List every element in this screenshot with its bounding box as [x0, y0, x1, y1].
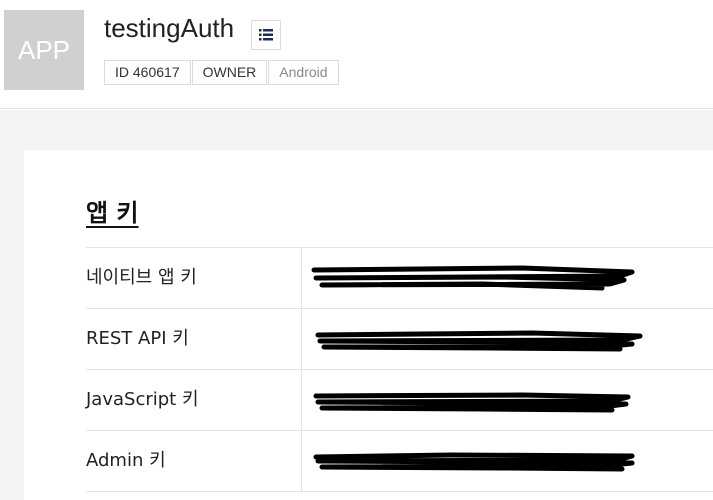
app-title: testingAuth: [104, 13, 235, 43]
admin-key-label: Admin 키: [86, 431, 302, 491]
table-row: JavaScript 키: [86, 370, 713, 431]
redaction-scribble: [315, 330, 643, 352]
native-app-key-value[interactable]: [302, 248, 713, 308]
rest-api-key-value[interactable]: [302, 309, 713, 369]
native-app-key-label: 네이티브 앱 키: [86, 248, 302, 308]
app-badges: ID 460617 OWNER Android: [104, 60, 340, 85]
redaction-scribble: [311, 265, 635, 291]
app-keys-table: 네이티브 앱 키 REST API 키 JavaScript 키 Admin 키: [86, 247, 713, 492]
javascript-key-value[interactable]: [302, 370, 713, 430]
table-row: REST API 키: [86, 309, 713, 370]
table-row: Admin 키: [86, 431, 713, 492]
app-header: APP testingAuth ID 460617 OWNER Android: [0, 0, 713, 109]
redaction-scribble: [313, 392, 631, 413]
app-id-badge: ID 460617: [104, 60, 191, 85]
table-row: 네이티브 앱 키: [86, 248, 713, 309]
platform-badge: Android: [268, 60, 339, 85]
rest-api-key-label: REST API 키: [86, 309, 302, 369]
javascript-key-label: JavaScript 키: [86, 370, 302, 430]
app-icon: APP: [4, 10, 84, 90]
role-badge: OWNER: [191, 60, 268, 85]
section-title: 앱 키: [86, 199, 139, 227]
admin-key-value[interactable]: [302, 431, 713, 491]
redaction-scribble: [313, 452, 635, 472]
list-icon: [259, 29, 273, 41]
app-menu-button[interactable]: [251, 20, 281, 50]
